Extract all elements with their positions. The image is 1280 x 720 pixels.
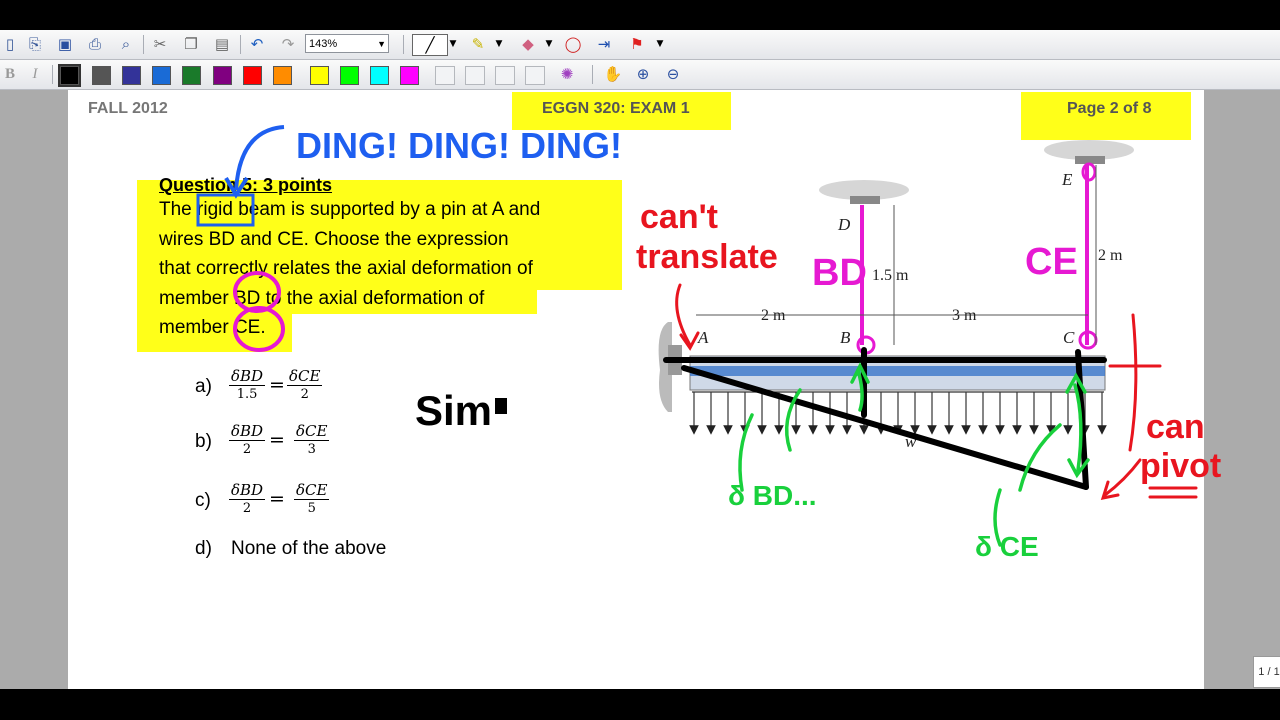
pin-support-a bbox=[658, 322, 682, 412]
label-c: C bbox=[1063, 328, 1075, 347]
label-b: B bbox=[840, 328, 851, 347]
note-sim: Sim bbox=[415, 387, 492, 434]
dim-bd: 1.5 m bbox=[872, 267, 909, 284]
circle-ce bbox=[233, 306, 285, 352]
app-window: ▯ ⎘ ▣ ⎙ ⌕ ✂ ❐ ▤ ↶ ↷ 143% ▼ ╱ ▼ ✎ ▼ ◆ ▼ ◯ … bbox=[0, 0, 1280, 720]
beam-shading bbox=[690, 366, 1105, 376]
note-delta-bd: δ BD... bbox=[728, 480, 817, 511]
note-cant: can't bbox=[640, 198, 718, 236]
note-ce: CE bbox=[1025, 241, 1078, 283]
distributed-load bbox=[689, 392, 1107, 435]
note-ding: DING! DING! DING! bbox=[296, 125, 622, 166]
box-rigid bbox=[196, 193, 255, 227]
label-a: A bbox=[697, 328, 709, 347]
figure-and-annotations: A B C D E w 2 m 3 m 1.5 m 2 m can't tran… bbox=[196, 125, 1221, 562]
label-d: D bbox=[837, 215, 851, 234]
label-e: E bbox=[1061, 170, 1073, 189]
dim-ab: 2 m bbox=[761, 307, 786, 324]
green-annotations bbox=[738, 362, 1090, 547]
circle-bd bbox=[233, 271, 281, 313]
note-bd: BD bbox=[812, 252, 867, 294]
note-delta-ce: δ CE bbox=[975, 531, 1039, 562]
dim-ce: 2 m bbox=[1098, 247, 1123, 264]
page-indicator[interactable]: 1 / 1 bbox=[1253, 656, 1280, 688]
bottom-bar bbox=[0, 689, 1280, 720]
anchor-d bbox=[850, 196, 880, 204]
note-translate: translate bbox=[636, 238, 778, 276]
dim-bc: 3 m bbox=[952, 307, 977, 324]
note-pivot: pivot bbox=[1140, 447, 1221, 485]
note-can: can bbox=[1146, 408, 1205, 446]
pen-cursor bbox=[495, 398, 507, 414]
